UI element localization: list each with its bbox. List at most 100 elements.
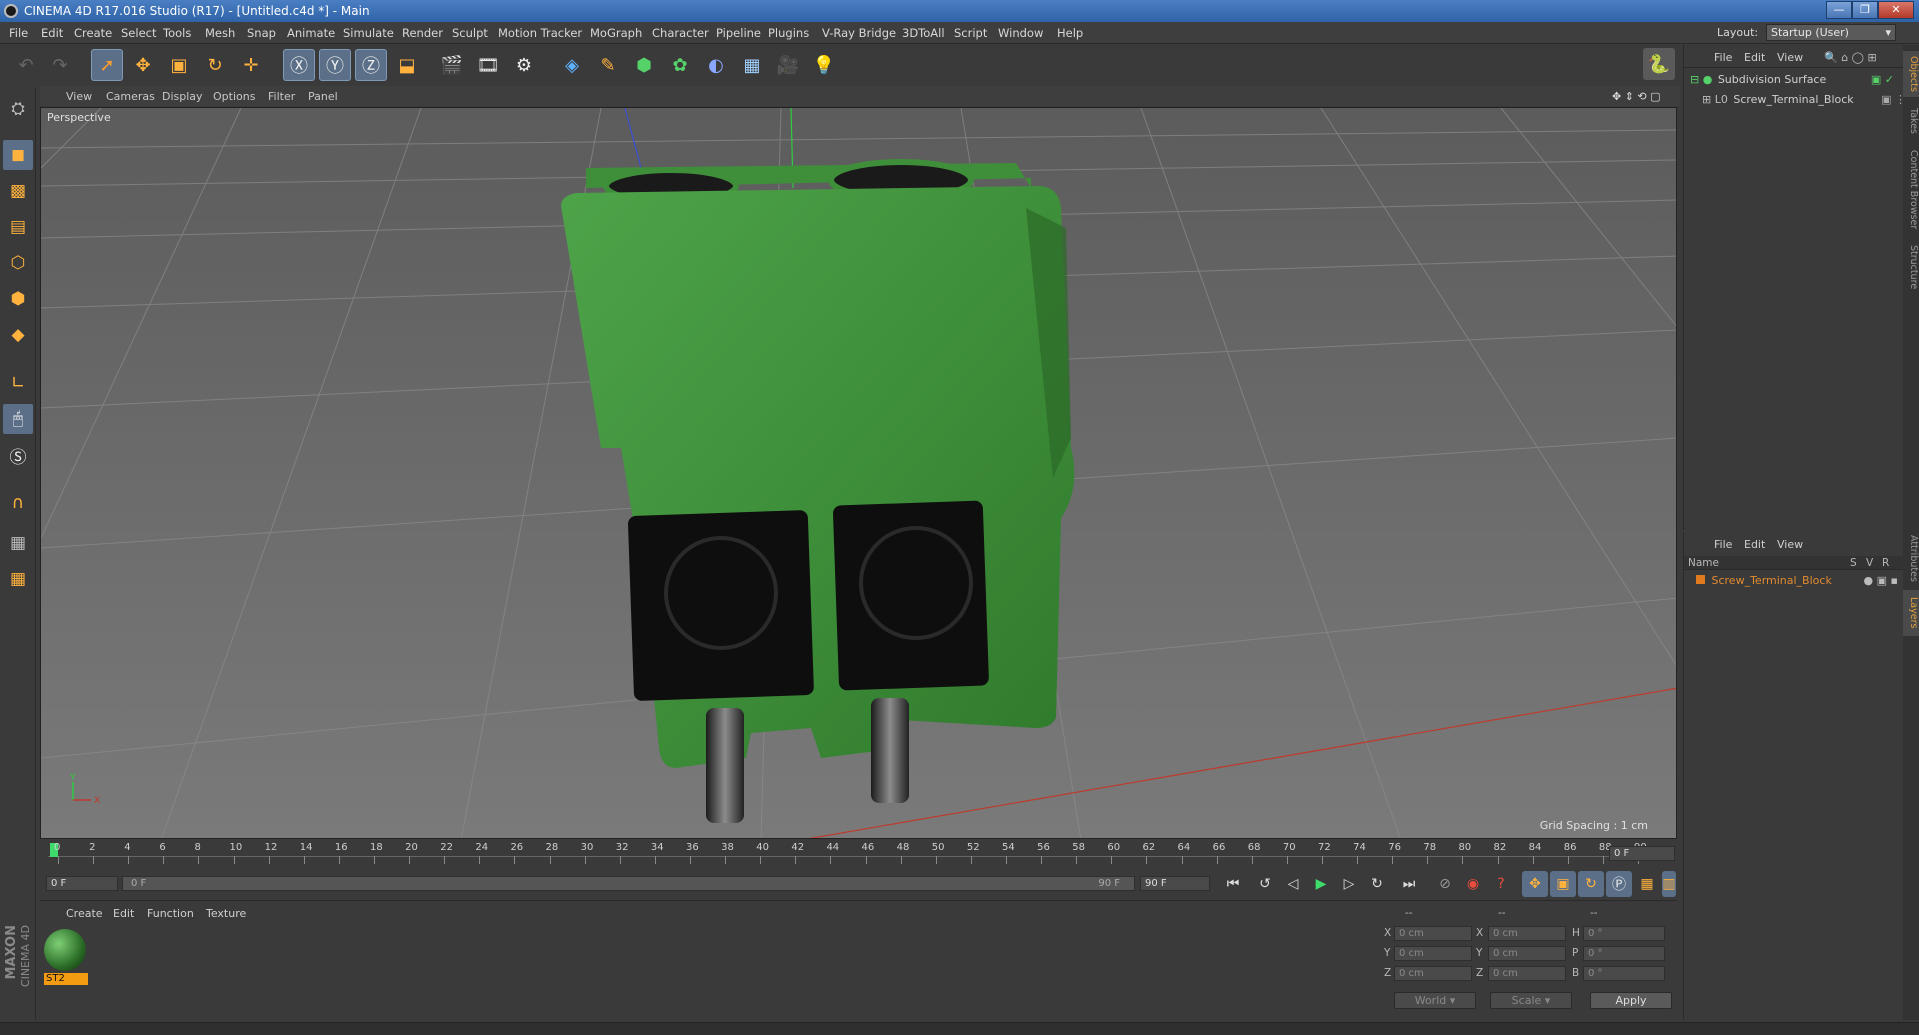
size-z-field[interactable]: 0 cm bbox=[1488, 966, 1566, 981]
tab-objects[interactable]: Objects bbox=[1903, 51, 1919, 97]
texture-mode-icon[interactable]: ▩ bbox=[3, 176, 33, 206]
menu-pipeline[interactable]: Pipeline bbox=[716, 26, 761, 40]
object-row-subdivision-surface[interactable]: ⊟ ● Subdivision Surface ▣ ✓ bbox=[1690, 73, 1900, 89]
start-frame-field[interactable]: 0 F bbox=[46, 876, 118, 891]
menu-3dtoall[interactable]: 3DToAll bbox=[902, 26, 945, 40]
mat-menu-create[interactable]: Create bbox=[66, 907, 103, 920]
y-axis-lock-icon[interactable]: Ⓨ bbox=[319, 49, 351, 81]
goto-start-icon[interactable]: ⏮ bbox=[1220, 871, 1246, 897]
key-scale-icon[interactable]: ▣ bbox=[1550, 871, 1576, 897]
menu-mesh[interactable]: Mesh bbox=[205, 26, 235, 40]
rotation-h-field[interactable]: 0 ° bbox=[1583, 926, 1665, 941]
layer-menu-file[interactable]: File bbox=[1714, 538, 1732, 551]
menu-snap[interactable]: Snap bbox=[247, 26, 276, 40]
locked-workplane-icon[interactable]: ▦ bbox=[3, 528, 33, 558]
key-rotation-icon[interactable]: ↻ bbox=[1578, 871, 1604, 897]
coordinate-system-icon[interactable]: ⬓ bbox=[391, 49, 423, 81]
maximize-button[interactable]: ❐ bbox=[1852, 1, 1878, 19]
axis-mode-icon[interactable]: ∟ bbox=[3, 368, 33, 398]
scale-tool-icon[interactable]: ▣ bbox=[163, 49, 195, 81]
vp-menu-view[interactable]: View bbox=[66, 90, 92, 103]
menu-help[interactable]: Help bbox=[1057, 26, 1083, 40]
current-frame-field[interactable]: 0 F bbox=[1609, 846, 1675, 861]
size-y-field[interactable]: 0 cm bbox=[1488, 946, 1566, 961]
light-object-icon[interactable]: 💡 bbox=[808, 49, 840, 81]
magnet-icon[interactable]: ∩ bbox=[3, 488, 33, 518]
layer-row-screw-terminal-block[interactable]: Screw_Terminal_Block ● ▣ ▪ bbox=[1696, 574, 1900, 590]
rotation-b-field[interactable]: 0 ° bbox=[1583, 966, 1665, 981]
previous-frame-icon[interactable]: ◁ bbox=[1280, 871, 1306, 897]
apply-button[interactable]: Apply bbox=[1590, 992, 1672, 1009]
menu-motion-tracker[interactable]: Motion Tracker bbox=[498, 26, 582, 40]
layer-menu-view[interactable]: View bbox=[1777, 538, 1803, 551]
size-x-field[interactable]: 0 cm bbox=[1488, 926, 1566, 941]
menu-select[interactable]: Select bbox=[121, 26, 156, 40]
vp-menu-display[interactable]: Display bbox=[162, 90, 203, 103]
menu-tools[interactable]: Tools bbox=[163, 26, 191, 40]
make-editable-icon[interactable]: ⛭ bbox=[3, 94, 33, 124]
layer-toggles-icon[interactable]: ● ▣ ▪ bbox=[1864, 574, 1898, 587]
points-mode-icon[interactable]: ⬡ bbox=[3, 248, 33, 278]
tweak-mode-icon[interactable]: 🖱 bbox=[3, 404, 33, 434]
obj-menu-edit[interactable]: Edit bbox=[1744, 51, 1765, 64]
vp-menu-panel[interactable]: Panel bbox=[308, 90, 338, 103]
subdivision-surface-icon[interactable]: ⬢ bbox=[628, 49, 660, 81]
key-pla-icon[interactable]: ▦ bbox=[1634, 871, 1660, 897]
workplane-mode-icon[interactable]: ▤ bbox=[3, 212, 33, 242]
menu-edit[interactable]: Edit bbox=[41, 26, 63, 40]
coordinate-space-select[interactable]: World ▾ bbox=[1394, 992, 1476, 1009]
perspective-viewport[interactable]: Y X Perspective Grid Spacing : 1 cm bbox=[40, 107, 1677, 839]
end-frame-field[interactable]: 90 F bbox=[1140, 876, 1210, 891]
frame-range-slider[interactable]: 0 F 90 F bbox=[122, 876, 1135, 891]
cube-primitive-icon[interactable]: ◈ bbox=[556, 49, 588, 81]
position-y-field[interactable]: 0 cm bbox=[1394, 946, 1472, 961]
menu-render[interactable]: Render bbox=[402, 26, 443, 40]
obj-menu-view[interactable]: View bbox=[1777, 51, 1803, 64]
timeline-ruler[interactable]: 0 2 4 6 8 10 12 14 16 18 20 22 24 26 28 30 32 34 36 38 40 42 4… bbox=[40, 840, 1677, 870]
planar-workplane-icon[interactable]: ▦ bbox=[3, 564, 33, 594]
vp-menu-filter[interactable]: Filter bbox=[268, 90, 295, 103]
rotation-p-field[interactable]: 0 ° bbox=[1583, 946, 1665, 961]
snap-icon[interactable]: Ⓢ bbox=[3, 440, 33, 470]
rotate-tool-icon[interactable]: ↻ bbox=[199, 49, 231, 81]
minimize-button[interactable]: — bbox=[1826, 1, 1852, 19]
autokey-icon[interactable]: ◉ bbox=[1460, 871, 1486, 897]
tab-content-browser[interactable]: Content Browser bbox=[1903, 145, 1919, 235]
menu-window[interactable]: Window bbox=[998, 26, 1043, 40]
menu-file[interactable]: File bbox=[9, 26, 28, 40]
goto-end-icon[interactable]: ⏭ bbox=[1396, 871, 1422, 897]
tab-takes[interactable]: Takes bbox=[1903, 101, 1919, 141]
next-key-icon[interactable]: ↻ bbox=[1364, 871, 1390, 897]
size-mode-select[interactable]: Scale ▾ bbox=[1490, 992, 1572, 1009]
polygons-mode-icon[interactable]: ◆ bbox=[3, 320, 33, 350]
menu-vray-bridge[interactable]: V-Ray Bridge bbox=[822, 26, 896, 40]
z-axis-lock-icon[interactable]: Ⓩ bbox=[355, 49, 387, 81]
menu-script[interactable]: Script bbox=[954, 26, 987, 40]
menu-mograph[interactable]: MoGraph bbox=[590, 26, 642, 40]
mat-menu-function[interactable]: Function bbox=[147, 907, 194, 920]
live-selection-icon[interactable]: ➚ bbox=[91, 49, 123, 81]
obj-panel-tools-icons[interactable]: 🔍 ⌂ ◯ ⊞ bbox=[1824, 51, 1877, 64]
obj-menu-file[interactable]: File bbox=[1714, 51, 1732, 64]
tab-attributes[interactable]: Attributes bbox=[1903, 530, 1919, 586]
mograph-cloner-icon[interactable]: ✿ bbox=[664, 49, 696, 81]
key-position-icon[interactable]: ✥ bbox=[1522, 871, 1548, 897]
layer-menu-edit[interactable]: Edit bbox=[1744, 538, 1765, 551]
transform-tool-icon[interactable]: ✛ bbox=[235, 49, 267, 81]
keyframe-selection-icon[interactable]: ? bbox=[1488, 871, 1514, 897]
timeline-window-icon[interactable]: ▥ bbox=[1662, 871, 1676, 897]
object-row-screw-terminal-block[interactable]: ⊞ L0 Screw_Terminal_Block ▣ ⋮ bbox=[1702, 93, 1906, 109]
next-frame-icon[interactable]: ▷ bbox=[1336, 871, 1362, 897]
floor-object-icon[interactable]: ▦ bbox=[736, 49, 768, 81]
render-settings-icon[interactable]: ⚙ bbox=[508, 49, 540, 81]
mat-menu-texture[interactable]: Texture bbox=[206, 907, 246, 920]
position-x-field[interactable]: 0 cm bbox=[1394, 926, 1472, 941]
key-parameter-icon[interactable]: Ⓟ bbox=[1606, 871, 1632, 897]
menu-create[interactable]: Create bbox=[74, 26, 112, 40]
move-tool-icon[interactable]: ✥ bbox=[127, 49, 159, 81]
camera-object-icon[interactable]: 🎥 bbox=[772, 49, 804, 81]
vp-menu-cameras[interactable]: Cameras bbox=[106, 90, 155, 103]
tab-layers[interactable]: Layers bbox=[1903, 590, 1919, 636]
play-icon[interactable]: ▶ bbox=[1308, 871, 1334, 897]
edges-mode-icon[interactable]: ⬢ bbox=[3, 284, 33, 314]
